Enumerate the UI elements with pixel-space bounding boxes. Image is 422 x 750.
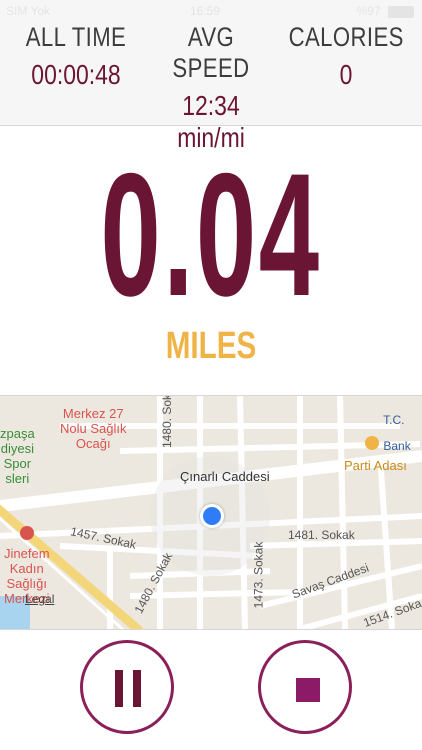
status-bar: SIM Yok 16:59 %97 [0,0,422,22]
stop-icon [296,678,320,702]
poi-parti-adasi: Parti Adası [344,458,407,473]
stat-avg-speed: AVG SPEED 12:34 min/mi [141,22,281,154]
stat-calories: CALORIES 0 [276,22,416,91]
street-label: Çınarlı Caddesi [180,469,270,484]
street-label: 1480. Sok [160,395,175,449]
street-label: 1473. Sokak [251,541,266,609]
pause-button[interactable] [80,640,174,734]
battery-percent: %97 [356,4,381,18]
distance-value: 0.04 [100,138,322,333]
route-map[interactable]: Çınarlı Caddesi 1457. Sokak 1481. Sokak … [0,395,422,630]
carrier-label: SIM Yok [6,4,51,18]
stat-value: 00:00:48 [31,59,121,90]
poi-bank: T.C. Bank [370,401,411,466]
current-location-icon [200,504,224,528]
stat-label: ALL TIME [25,22,127,52]
distance-unit: MILES [165,325,257,367]
stat-label: CALORIES [288,22,404,52]
street-label: 1481. Sokak [288,528,355,542]
stat-label: AVG SPEED [172,22,250,83]
briefcase-icon [365,436,379,450]
status-time: 16:59 [190,4,221,18]
battery-icon [388,5,414,18]
stop-button[interactable] [258,640,352,734]
poi-bank-top: T.C. [383,413,405,427]
poi-bank-label: Bank [383,439,411,453]
health-icon [20,526,34,540]
stat-value: 0 [339,59,353,90]
stat-all-time: ALL TIME 00:00:48 [6,22,146,91]
poi-sport: zpaşa diyesi Spor sleri [0,426,35,486]
legal-link[interactable]: Legal [25,592,54,606]
poi-merkez27: Merkez 27 Nolu Sağlık Ocağı [60,406,127,451]
battery-status: %97 [357,4,414,18]
